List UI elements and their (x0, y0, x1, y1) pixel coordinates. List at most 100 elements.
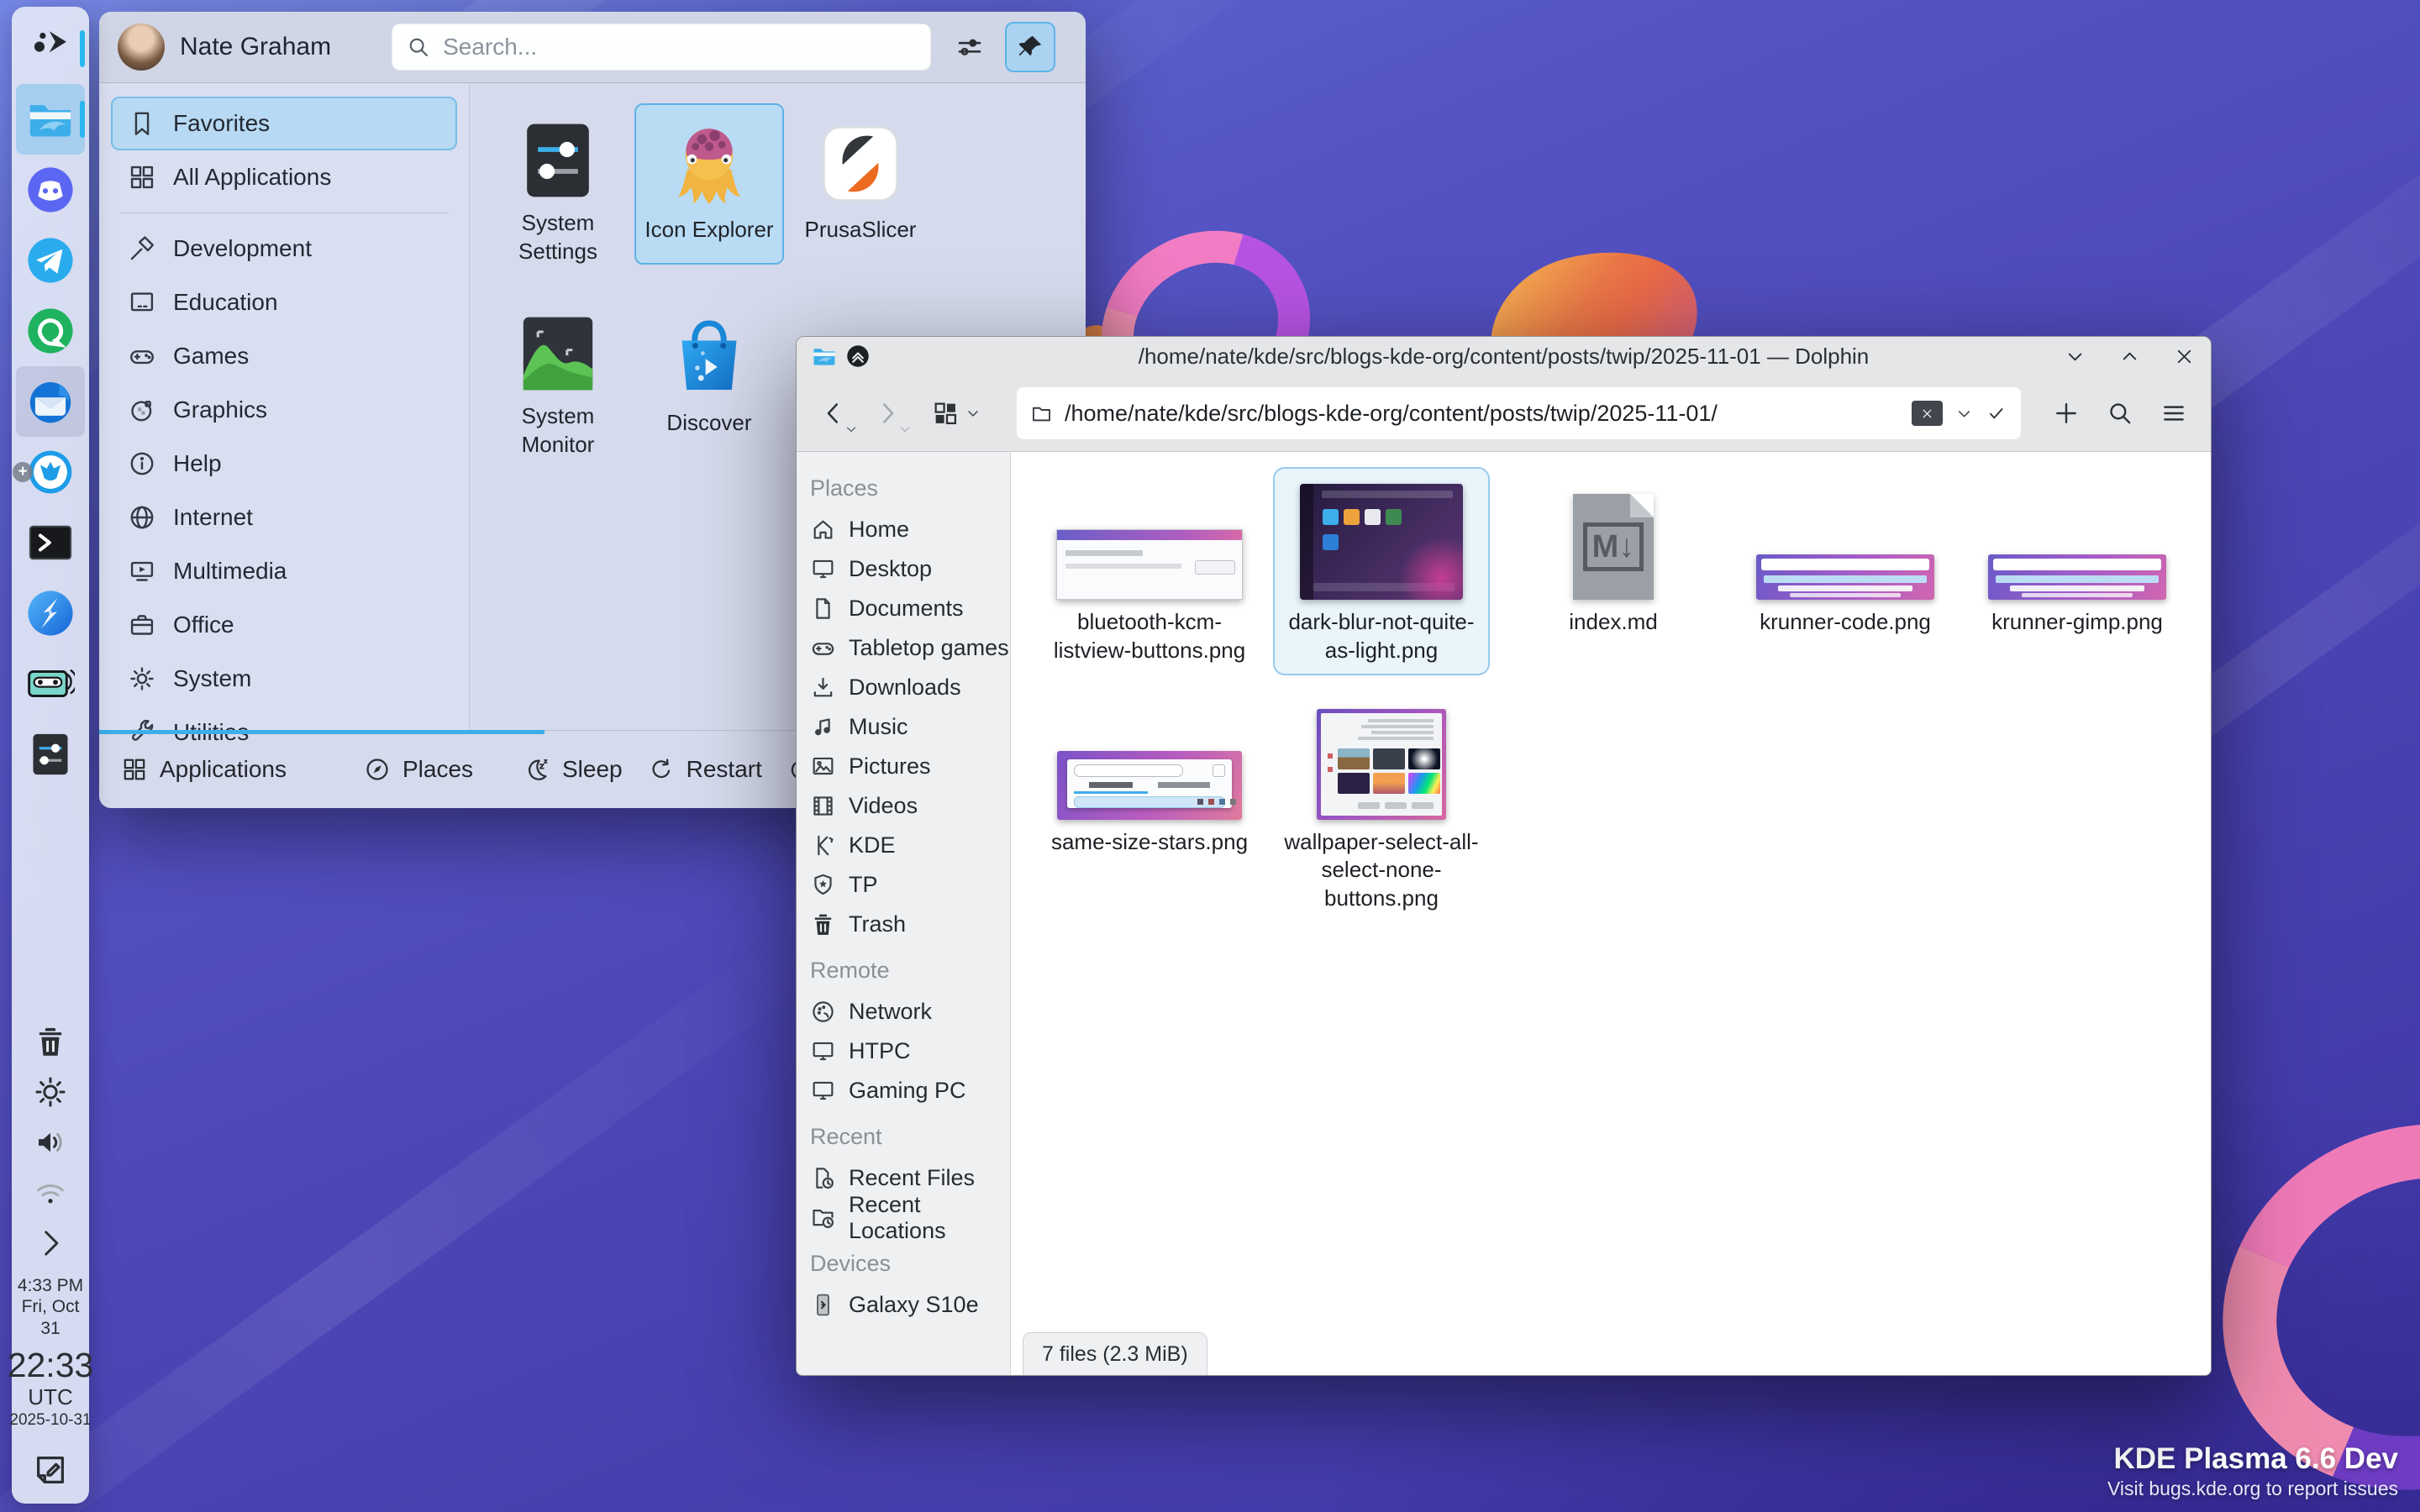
file-item[interactable]: wallpaper-select-all-select-none-buttons… (1273, 687, 1490, 923)
desktop-icon (810, 1038, 836, 1064)
forward-button[interactable] (869, 391, 906, 435)
minimize-button[interactable] (2064, 345, 2086, 368)
location-bar[interactable]: /home/nate/kde/src/blogs-kde-org/content… (1017, 387, 2021, 439)
file-thumbnail-krunner (1988, 554, 2166, 600)
app-tile-system-settings[interactable]: System Settings (483, 103, 633, 265)
footer-tab-places[interactable]: Places (364, 756, 473, 783)
confirm-location-button[interactable] (1986, 402, 2007, 424)
task-badge: + (13, 462, 33, 482)
places-item-label: Gaming PC (849, 1078, 966, 1104)
search-input[interactable] (441, 33, 917, 61)
system-settings-dark-task-button[interactable] (16, 719, 85, 790)
app-tile-icon-explorer[interactable]: Icon Explorer (634, 103, 784, 265)
konsole-task-button[interactable] (16, 507, 85, 578)
chevron-down-icon[interactable] (1954, 404, 1974, 423)
utc-clock-widget[interactable]: 22:33 UTC 2025-10-31 (8, 1347, 94, 1431)
places-item-htpc[interactable]: HTPC (797, 1032, 1010, 1071)
pin-button[interactable] (1005, 22, 1055, 72)
sidebar-item-all-applications[interactable]: All Applications (111, 150, 457, 204)
file-item[interactable]: krunner-code.png (1737, 467, 1954, 675)
sidebar-item-office[interactable]: Office (111, 598, 457, 652)
places-item-desktop[interactable]: Desktop (797, 549, 1010, 589)
places-item-pictures[interactable]: Pictures (797, 747, 1010, 786)
split-view-button[interactable] (2048, 393, 2085, 433)
sidebar-item-label: System (173, 665, 251, 692)
dolphin-icon (26, 95, 75, 144)
dolphin-task-button[interactable] (16, 84, 85, 155)
places-item-network[interactable]: Network (797, 992, 1010, 1032)
file-item[interactable]: krunner-gimp.png (1969, 467, 2186, 675)
local-clock-widget[interactable]: 4:33 PM Fri, Oct 31 (18, 1275, 83, 1339)
network-wifi-tray-button[interactable] (16, 1168, 85, 1218)
librewolf-task-button[interactable]: + (16, 437, 85, 507)
file-item[interactable]: M↓index.md (1505, 467, 1722, 675)
places-item-kde[interactable]: KDE (797, 826, 1010, 865)
sidebar-item-development[interactable]: Development (111, 222, 457, 276)
places-item-downloads[interactable]: Downloads (797, 668, 1010, 707)
note-widget-button[interactable] (16, 1443, 85, 1497)
dolphin-app-icon[interactable] (812, 344, 837, 369)
dolphin-titlebar[interactable]: /home/nate/kde/src/blogs-kde-org/content… (797, 337, 2211, 375)
footer-action-sleep[interactable]: Sleep (523, 756, 623, 783)
status-bar: 7 files (2.3 MiB) (1023, 1332, 1207, 1375)
sidebar-item-system[interactable]: System (111, 652, 457, 706)
app-tile-discover[interactable]: Discover (634, 297, 784, 458)
places-item-tabletop-games[interactable]: Tabletop games (797, 628, 1010, 668)
footer-action-restart[interactable]: Restart (648, 756, 762, 783)
configure-button[interactable] (946, 24, 993, 71)
search-button[interactable] (2102, 393, 2139, 433)
places-item-videos[interactable]: Videos (797, 786, 1010, 826)
dolphin-window: /home/nate/kde/src/blogs-kde-org/content… (796, 336, 2212, 1376)
places-item-music[interactable]: Music (797, 707, 1010, 747)
places-section-recent: Recent (797, 1110, 1010, 1158)
view-mode-button[interactable] (931, 399, 981, 428)
trash-tray-button[interactable] (16, 1016, 85, 1067)
file-item[interactable]: dark-blur-not-quite-as-light.png (1273, 467, 1490, 675)
note-icon (31, 1451, 70, 1489)
close-button[interactable] (2173, 345, 2196, 368)
places-item-galaxy-s10e[interactable]: Galaxy S10e (797, 1285, 1010, 1325)
sidebar-item-internet[interactable]: Internet (111, 491, 457, 544)
discord-task-button[interactable] (16, 155, 85, 225)
places-item-label: KDE (849, 832, 896, 858)
download-icon (810, 675, 836, 701)
trash-icon (810, 911, 836, 937)
expand-chevron-tray-button[interactable] (16, 1218, 85, 1268)
maximize-button[interactable] (2118, 345, 2141, 368)
file-item[interactable]: same-size-stars.png (1041, 687, 1258, 923)
footer-action-label: Restart (687, 756, 762, 783)
places-item-trash[interactable]: Trash (797, 905, 1010, 944)
sidebar-item-help[interactable]: Help (111, 437, 457, 491)
sidebar-item-education[interactable]: Education (111, 276, 457, 329)
places-item-documents[interactable]: Documents (797, 589, 1010, 628)
volume-icon (33, 1125, 68, 1160)
app-tile-system-monitor[interactable]: System Monitor (483, 297, 633, 458)
blue-swirl-app-task-button[interactable] (16, 578, 85, 648)
thunderbird-task-button[interactable] (16, 366, 85, 437)
sidebar-item-graphics[interactable]: Graphics (111, 383, 457, 437)
app-launcher-button[interactable] (16, 13, 85, 84)
places-item-tp[interactable]: TP (797, 865, 1010, 905)
user-avatar[interactable] (118, 24, 165, 71)
places-item-home[interactable]: Home (797, 510, 1010, 549)
places-item-gaming-pc[interactable]: Gaming PC (797, 1071, 1010, 1110)
brightness-tray-button[interactable] (16, 1067, 85, 1117)
places-item-recent-locations[interactable]: Recent Locations (797, 1198, 1010, 1237)
sidebar-item-favorites[interactable]: Favorites (111, 97, 457, 150)
hamburger-menu-button[interactable] (2155, 393, 2192, 433)
app-tile-prusaslicer[interactable]: PrusaSlicer (786, 103, 935, 265)
green-swirl-app-task-button[interactable] (16, 296, 85, 366)
folder-view[interactable]: bluetooth-kcm-listview-buttons.pngdark-b… (1011, 452, 2211, 1375)
footer-tab-applications[interactable]: Applications (121, 756, 287, 783)
launcher-search-field[interactable] (392, 24, 931, 71)
file-item[interactable]: bluetooth-kcm-listview-buttons.png (1041, 467, 1258, 675)
telegram-task-button[interactable] (16, 225, 85, 296)
cassette-player-task-button[interactable] (16, 648, 85, 719)
volume-tray-button[interactable] (16, 1117, 85, 1168)
clear-text-button[interactable] (1912, 401, 1943, 426)
sidebar-item-multimedia[interactable]: Multimedia (111, 544, 457, 598)
back-button[interactable] (815, 391, 852, 435)
location-path[interactable]: /home/nate/kde/src/blogs-kde-org/content… (1065, 401, 1900, 427)
sidebar-item-games[interactable]: Games (111, 329, 457, 383)
chevron-up-badge-icon[interactable] (845, 344, 871, 369)
